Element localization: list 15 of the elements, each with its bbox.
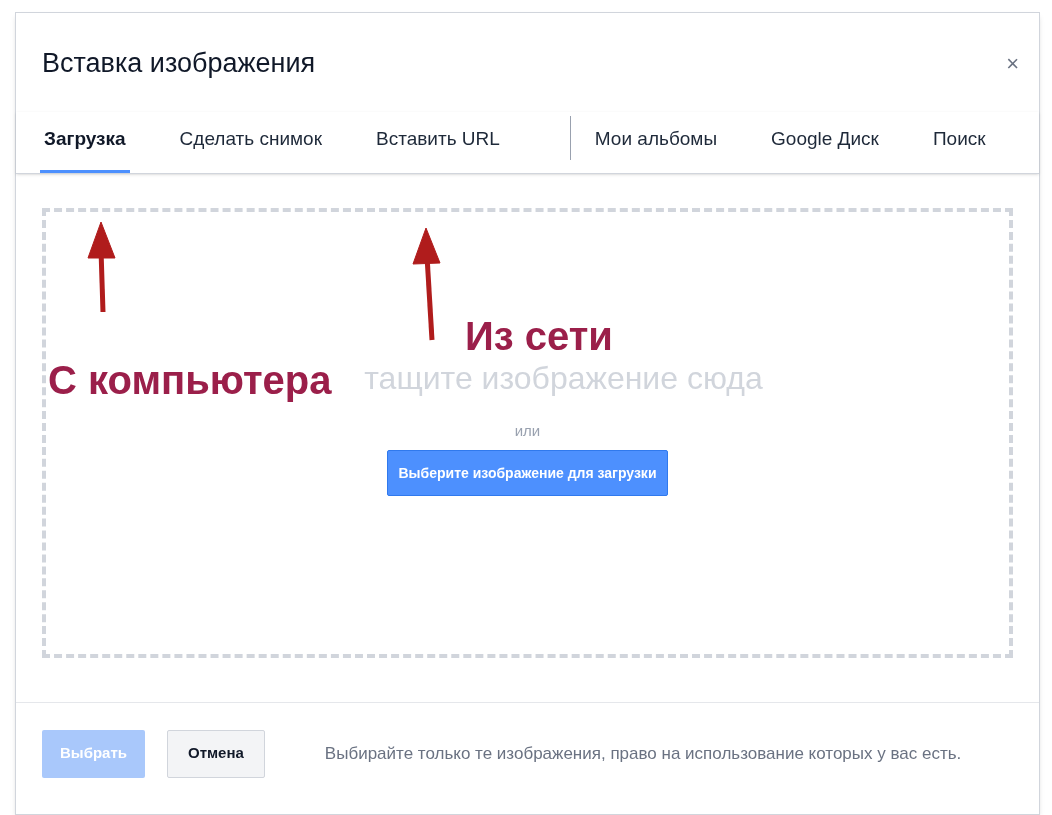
tab[interactable]: Вставить URL [372,111,504,173]
close-button[interactable]: × [1002,46,1023,80]
arrow-icon [412,227,441,341]
tab[interactable]: Сделать снимок [175,111,326,173]
rights-note: Выбирайте только те изображения, право на использование которых у вас есть. [324,742,962,765]
annotation-label: Из сети [465,316,613,356]
tab[interactable]: Загрузка [40,111,130,173]
tab[interactable]: Поиск [928,111,990,173]
cancel-button[interactable]: Отмена [167,729,265,778]
dialog-title: Вставка изображения [42,47,316,80]
tab[interactable]: Мои альбомы [590,111,722,173]
annotation-label: С компьютера [48,360,332,400]
arrow-icon [87,221,116,313]
or-label: или [514,420,541,441]
tab[interactable]: Google Диск [767,111,883,173]
